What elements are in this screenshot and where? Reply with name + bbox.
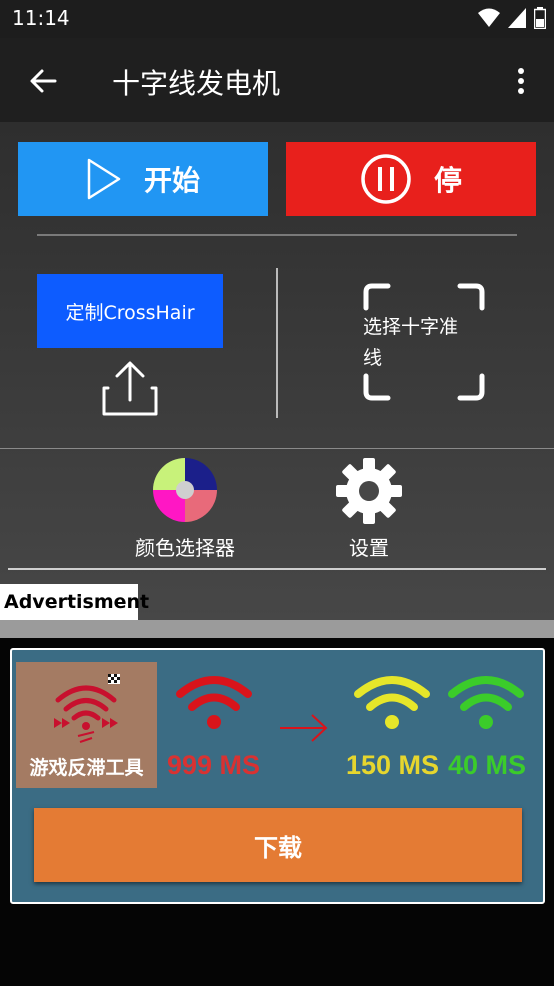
vertical-divider	[276, 268, 278, 418]
pause-icon	[361, 154, 411, 204]
main-panel: 开始 停 定制CrossHair 选择十字准线 颜色选择器 设置 Adverti…	[0, 122, 554, 620]
play-icon	[87, 158, 121, 200]
battery-icon	[534, 7, 546, 29]
more-vertical-icon	[518, 68, 524, 94]
stop-button[interactable]: 停	[286, 142, 536, 216]
custom-crosshair-label: 定制CrossHair	[65, 301, 195, 324]
arrow-right-icon	[280, 714, 328, 742]
start-button[interactable]: 开始	[18, 142, 268, 216]
promo-app-name: 游戏反滞工具	[29, 757, 144, 779]
ad-banner[interactable]: 游戏反滞工具 999 MS 150 MS 40 MS 下载	[10, 648, 545, 904]
gear-icon[interactable]	[336, 458, 402, 524]
wifi-red-icon	[176, 676, 252, 729]
settings-label[interactable]: 设置	[339, 532, 399, 561]
select-crosshair-label[interactable]: 选择十字准线	[363, 312, 473, 374]
ad-separator	[0, 620, 554, 638]
color-picker-label[interactable]: 颜色选择器	[129, 532, 241, 561]
wifi-icon	[478, 8, 500, 27]
ping-value-low: 40 MS	[448, 750, 527, 780]
back-button[interactable]	[22, 60, 64, 102]
overflow-menu-button[interactable]	[506, 62, 536, 100]
download-button-label: 下载	[254, 833, 302, 862]
status-icons	[478, 6, 546, 30]
wifi-yellow-icon	[354, 676, 430, 729]
page-title: 十字线发电机	[112, 67, 281, 100]
promo-app-tile[interactable]: 游戏反滞工具	[16, 662, 157, 788]
lagging-wifi-icon	[54, 674, 120, 743]
status-time: 11:14	[12, 6, 70, 30]
divider	[8, 568, 546, 570]
app-bar: 十字线发电机	[0, 38, 554, 122]
divider	[37, 234, 517, 236]
arrow-left-icon	[30, 69, 57, 93]
ping-value-high: 999 MS	[167, 750, 261, 780]
custom-crosshair-button[interactable]: 定制CrossHair	[37, 274, 223, 348]
ping-value-medium: 150 MS	[346, 750, 440, 780]
upload-icon[interactable]	[98, 360, 162, 418]
advertisement-tag: Advertisment	[0, 584, 149, 620]
status-bar: 11:14	[0, 0, 554, 38]
stop-button-label: 停	[433, 164, 462, 197]
download-button[interactable]: 下载	[34, 808, 522, 882]
color-wheel-icon[interactable]	[153, 458, 217, 522]
wifi-green-icon	[448, 676, 524, 729]
start-button-label: 开始	[143, 164, 200, 197]
divider	[0, 448, 554, 449]
signal-icon	[508, 8, 526, 28]
